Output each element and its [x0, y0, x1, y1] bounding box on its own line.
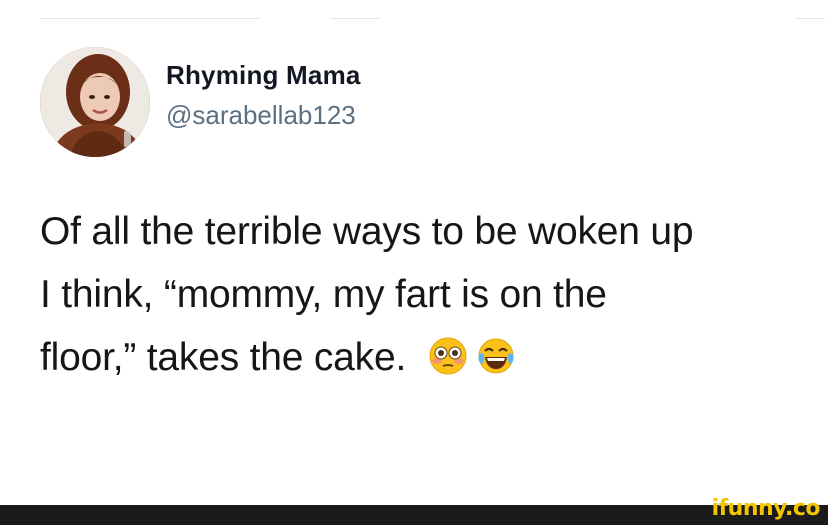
avatar[interactable]: [40, 47, 150, 157]
tweet-text-line-last: floor,” takes the cake.: [40, 326, 810, 389]
display-name[interactable]: Rhyming Mama: [166, 60, 361, 91]
tweet-text-line: Of all the terrible ways to be woken up: [40, 210, 694, 253]
ifunny-watermark: ifunny.co: [711, 496, 821, 521]
tears-of-joy-face-icon: [476, 336, 516, 376]
tweet-card: Rhyming Mama @sarabellab123 Of all the t…: [0, 0, 828, 505]
flushed-face-icon: [428, 336, 468, 376]
tweet-text-line: floor,” takes the cake.: [40, 336, 407, 379]
footer-bar: [0, 505, 828, 525]
profile-photo-icon: [40, 47, 150, 157]
user-handle[interactable]: @sarabellab123: [166, 100, 356, 131]
tweet-text-line: I think, “mommy, my fart is on the: [40, 273, 607, 316]
tweet-text: Of all the terrible ways to be woken up …: [40, 200, 810, 389]
